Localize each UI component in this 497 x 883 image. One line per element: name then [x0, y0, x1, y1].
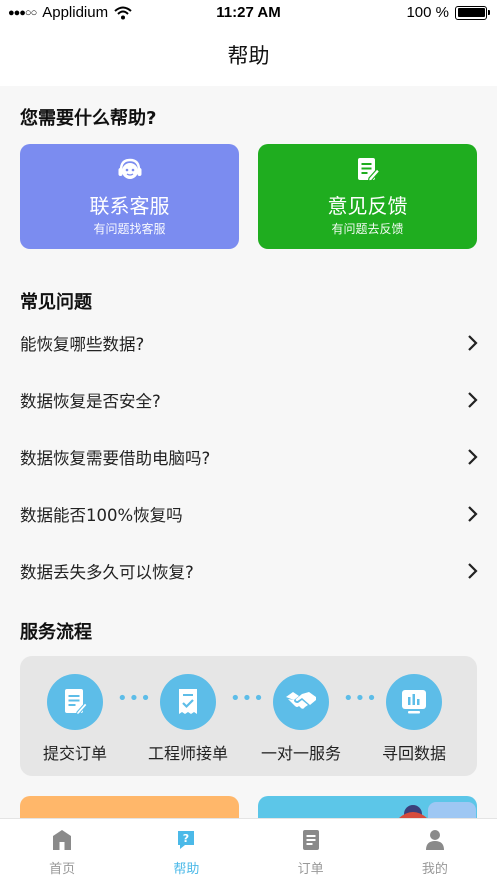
process-heading: 服务流程 — [20, 622, 92, 643]
contact-service-card[interactable]: 联系客服 有问题找客服 — [20, 144, 239, 249]
faq-question: 能恢复哪些数据? — [20, 335, 145, 354]
chart-board-icon — [402, 690, 426, 714]
tab-home[interactable]: 首页 — [0, 819, 124, 883]
svg-text:?: ? — [183, 832, 189, 845]
process-step-label: 工程师接单 — [147, 744, 228, 763]
process-step-label: 一对一服务 — [260, 744, 341, 763]
faq-question: 数据能否100%恢复吗 — [20, 506, 183, 525]
battery-icon — [455, 5, 490, 20]
battery-percent: 100 % — [406, 4, 449, 21]
process-step-label: 寻回数据 — [381, 744, 446, 763]
headset-icon — [118, 158, 141, 179]
tab-label: 我的 — [421, 862, 448, 877]
help-icon: ? — [178, 831, 195, 849]
process-step: 提交订单 — [20, 674, 130, 764]
tab-orders[interactable]: 订单 — [249, 819, 373, 883]
faq-item[interactable]: 能恢复哪些数据? — [0, 315, 497, 372]
tab-help[interactable]: ? 帮助 — [124, 819, 248, 883]
feedback-subtitle: 有问题去反馈 — [331, 222, 404, 236]
contact-service-subtitle: 有问题找客服 — [93, 222, 166, 236]
bottom-tab-bar: 首页 ? 帮助 订单 我的 — [0, 818, 497, 883]
tab-label: 订单 — [297, 862, 324, 877]
process-step: 寻回数据 — [359, 674, 469, 764]
feedback-title: 意见反馈 — [327, 194, 408, 218]
status-bar: ●●●○○ Applidium 11:27 AM 100 % — [0, 0, 497, 26]
chevron-right-icon — [468, 335, 478, 351]
tab-profile[interactable]: 我的 — [373, 819, 497, 883]
faq-question: 数据恢复需要借助电脑吗? — [20, 449, 211, 468]
page-title: 帮助 — [227, 44, 270, 68]
contact-service-title: 联系客服 — [89, 194, 170, 218]
process-step: 工程师接单 — [133, 674, 243, 764]
tab-label: 帮助 — [173, 862, 200, 877]
process-step: 一对一服务 — [246, 674, 356, 764]
navigation-bar: 帮助 — [0, 26, 497, 86]
user-icon — [425, 830, 444, 850]
chevron-right-icon — [468, 506, 478, 522]
promo-banner-right[interactable] — [258, 796, 477, 818]
help-content[interactable]: 您需要什么帮助? 联系客服 有问题找客服 意见反馈 有问题去反馈 常见问题 能恢… — [0, 86, 497, 818]
faq-heading: 常见问题 — [20, 292, 92, 313]
edit-note-icon — [357, 158, 380, 182]
help-heading: 您需要什么帮助? — [20, 108, 157, 129]
faq-question: 数据恢复是否安全? — [20, 392, 161, 411]
handshake-icon — [286, 692, 316, 709]
faq-item[interactable]: 数据恢复是否安全? — [0, 372, 497, 429]
receipt-check-icon — [179, 689, 197, 714]
process-step-label: 提交订单 — [42, 744, 107, 763]
order-icon — [302, 830, 319, 850]
service-process-panel: 提交订单 ••• 工程师接单 ••• 一对一服务 ••• 寻回数据 — [20, 656, 477, 776]
illustration-people-icon — [399, 802, 476, 818]
faq-question: 数据丢失多久可以恢复? — [20, 563, 194, 582]
chevron-right-icon — [468, 563, 478, 579]
faq-item[interactable]: 数据丢失多久可以恢复? — [0, 543, 497, 600]
tab-label: 首页 — [49, 862, 76, 877]
chevron-right-icon — [468, 392, 478, 408]
home-icon — [53, 830, 72, 850]
faq-item[interactable]: 数据能否100%恢复吗 — [0, 486, 497, 543]
document-edit-icon — [65, 689, 88, 716]
feedback-card[interactable]: 意见反馈 有问题去反馈 — [258, 144, 477, 249]
faq-item[interactable]: 数据恢复需要借助电脑吗? — [0, 429, 497, 486]
promo-banner-left[interactable] — [20, 796, 239, 818]
chevron-right-icon — [468, 449, 478, 465]
